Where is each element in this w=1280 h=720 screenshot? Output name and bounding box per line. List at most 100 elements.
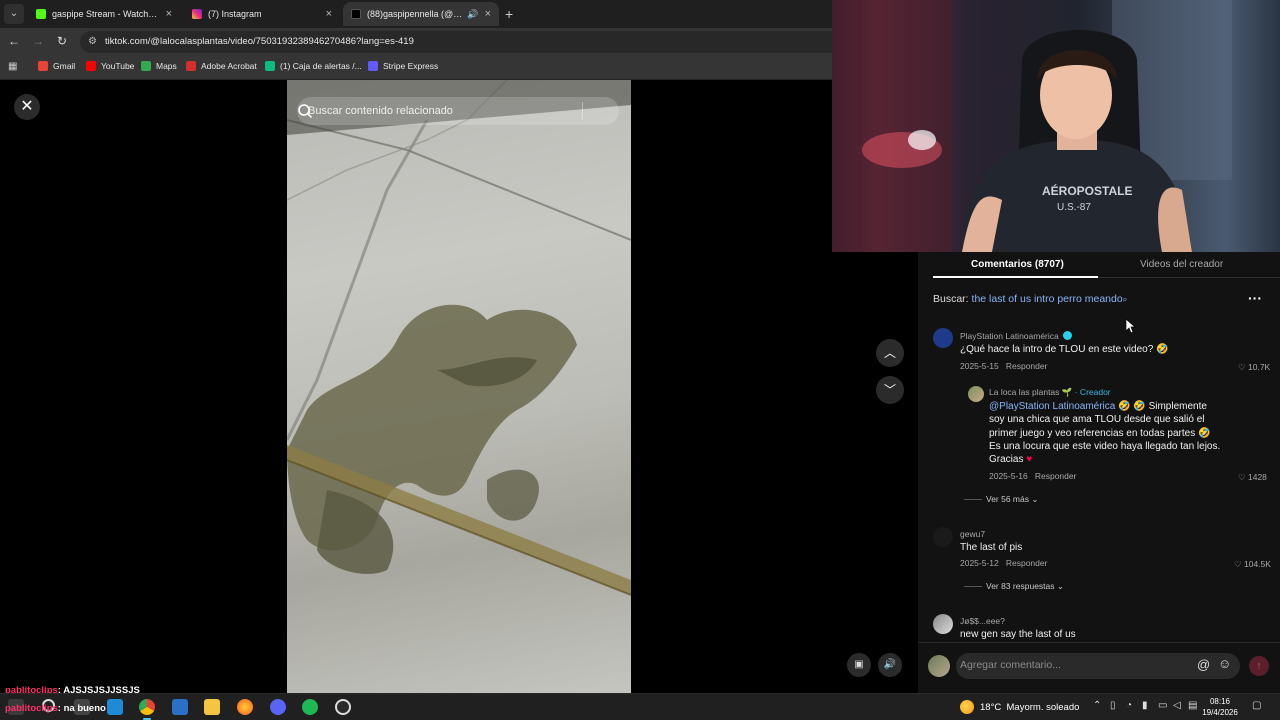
avatar[interactable] (933, 328, 953, 348)
mouse-cursor-icon (1126, 319, 1136, 333)
previous-video-button[interactable]: ︿ (876, 339, 904, 367)
video-player[interactable]: Buscar contenido relacionado (287, 80, 631, 693)
heart-icon: ♡ (1238, 472, 1246, 482)
speaker-icon[interactable]: 🔊 (467, 9, 478, 20)
search-query-link[interactable]: the last of us intro perro meando (972, 293, 1123, 305)
search-icon: ⌕ (1122, 295, 1128, 304)
comment-search-suggestion[interactable]: Buscar: the last of us intro perro meand… (933, 293, 1127, 305)
post-comment-button[interactable]: ↑ (1249, 656, 1269, 676)
system-clock[interactable]: 08:16 19/4/2026 (1200, 696, 1240, 718)
address-bar[interactable]: ⚙ tiktok.com/@lalocalasplantas/video/750… (80, 31, 832, 53)
picture-in-picture-icon[interactable]: ▣ (847, 653, 871, 677)
tab-comments[interactable]: Comentarios (8707) (971, 259, 1064, 270)
tab-creator-videos[interactable]: Videos del creador (1140, 259, 1223, 270)
bookmark-maps[interactable]: Maps (141, 61, 177, 71)
add-comment-input[interactable]: Agregar comentario... @ ☺ (956, 653, 1240, 679)
chat-user: pablitoclips (5, 703, 58, 714)
spotify-icon[interactable] (302, 699, 318, 715)
comments-panel: Comentarios (8707) Videos del creador Bu… (918, 252, 1280, 693)
tab-title: (88)gaspipennella (@gaspi (367, 9, 464, 19)
close-video-button[interactable]: ✕ (14, 94, 40, 120)
store-icon[interactable] (172, 699, 188, 715)
emoji-icon[interactable]: ☺ (1218, 656, 1231, 671)
weather-widget[interactable]: 18°C Mayorm. soleado (960, 700, 1079, 714)
network-icon[interactable]: ▭ (1158, 700, 1167, 711)
weather-sun-icon (960, 700, 974, 714)
obs-icon[interactable] (335, 699, 351, 715)
close-tab-icon[interactable]: × (485, 8, 491, 20)
mention-icon[interactable]: @ (1197, 657, 1210, 672)
search-icon[interactable] (297, 103, 313, 119)
view-more-replies-button[interactable]: Ver 56 más ⌄ (964, 494, 1039, 505)
browser-tab-strip: ⌄ gaspipe Stream - Watch Live on × (7) I… (0, 0, 832, 28)
comment-author[interactable]: La loca las plantas 🌱 · Creador (989, 387, 1111, 398)
tray-app-icon[interactable]: ▯ (1110, 700, 1116, 711)
avatar[interactable] (933, 614, 953, 634)
tiktok-video-page: ✕ Buscar contenido relacionado ︿ ﹀ ▣ 🔊 (0, 80, 918, 693)
comment-author[interactable]: gewu7 (960, 529, 985, 539)
related-search-input[interactable]: Buscar contenido relacionado (297, 97, 619, 125)
close-tab-icon[interactable]: × (326, 8, 332, 20)
reply-button[interactable]: Responder (1035, 471, 1077, 481)
tab-search-icon[interactable]: ⌄ (4, 4, 24, 24)
bookmark-label: Adobe Acrobat (201, 61, 257, 71)
webcam-image: AÉROPOSTALE U.S.-87 (832, 0, 1232, 252)
bookmark-caja-de-alertas[interactable]: (1) Caja de alertas /... (265, 61, 362, 71)
tray-app-icon[interactable]: ◔ (1126, 700, 1132, 711)
bookmark-adobe-acrobat[interactable]: Adobe Acrobat (186, 61, 257, 71)
comment-author[interactable]: Jø$$...eee? (960, 616, 1005, 626)
comment-text: new gen say the last of us (960, 629, 1076, 640)
bookmark-youtube[interactable]: YouTube (86, 61, 134, 71)
avatar[interactable] (933, 527, 953, 547)
volume-icon[interactable]: 🔊 (878, 653, 902, 677)
avatar[interactable] (968, 386, 984, 402)
edge-icon[interactable] (107, 699, 123, 715)
svg-text:AÉROPOSTALE: AÉROPOSTALE (1042, 183, 1132, 198)
kick-icon (36, 9, 46, 19)
close-tab-icon[interactable]: × (166, 8, 172, 20)
firefox-icon[interactable] (237, 699, 253, 715)
discord-icon[interactable] (270, 699, 286, 715)
bookmark-gmail[interactable]: Gmail (38, 61, 75, 71)
search-prefix: Buscar: (933, 293, 969, 305)
notifications-icon[interactable]: ▢ (1252, 700, 1261, 711)
site-info-icon[interactable]: ⚙ (88, 36, 100, 48)
tray-overflow-icon[interactable]: ⌃ (1093, 700, 1101, 711)
divider (582, 102, 583, 120)
bookmark-stripe-express[interactable]: Stripe Express (368, 61, 438, 71)
next-video-button[interactable]: ﹀ (876, 376, 904, 404)
bookmark-label: (1) Caja de alertas /... (280, 61, 362, 71)
more-options-icon[interactable]: ··· (1248, 290, 1262, 306)
battery-icon[interactable]: ▤ (1188, 700, 1197, 711)
reply-button[interactable]: Responder (1006, 558, 1048, 568)
bookmark-label: YouTube (101, 61, 135, 71)
view-replies-button[interactable]: Ver 83 respuestas ⌄ (964, 581, 1064, 592)
alerts-icon (265, 61, 275, 71)
comment-text: The last of pis (960, 542, 1023, 553)
reload-icon[interactable]: ↻ (54, 33, 70, 49)
volume-icon[interactable]: ◁ (1173, 700, 1181, 711)
chat-text: : na bueno (57, 703, 106, 714)
browser-tab-instagram[interactable]: (7) Instagram × (184, 2, 340, 26)
instagram-icon (192, 9, 202, 19)
mention-link[interactable]: @PlayStation Latinoamérica (989, 401, 1115, 412)
chrome-icon[interactable] (139, 699, 155, 720)
url-text: tiktok.com/@lalocalasplantas/video/75031… (105, 36, 414, 47)
like-count[interactable]: ♡ 1428 (1238, 472, 1267, 483)
microphone-icon[interactable]: ▮ (1142, 700, 1148, 711)
red-heart-icon: ♥ (1026, 454, 1033, 466)
bookmarks-bar: ▦ Gmail YouTube Maps Adobe Acrobat (1) C… (0, 55, 832, 80)
browser-tab-tiktok[interactable]: (88)gaspipennella (@gaspi 🔊 × (343, 2, 499, 26)
comment-author[interactable]: PlayStation Latinoamérica (960, 331, 1072, 341)
file-explorer-icon[interactable] (204, 699, 220, 715)
apps-grid-icon[interactable]: ▦ (8, 61, 17, 72)
reply-button[interactable]: Responder (1006, 361, 1048, 371)
browser-tab-kick[interactable]: gaspipe Stream - Watch Live on × (28, 2, 180, 26)
like-count[interactable]: ♡ 104.5K (1234, 559, 1271, 570)
new-tab-icon[interactable]: + (505, 6, 513, 22)
comment-composer: Agregar comentario... @ ☺ ↑ (918, 642, 1280, 693)
forward-icon[interactable]: → (30, 33, 46, 49)
chat-message: pablitoclips: na bueno (5, 703, 106, 714)
back-icon[interactable]: ← (6, 33, 22, 49)
like-count[interactable]: ♡ 10.7K (1238, 362, 1270, 373)
